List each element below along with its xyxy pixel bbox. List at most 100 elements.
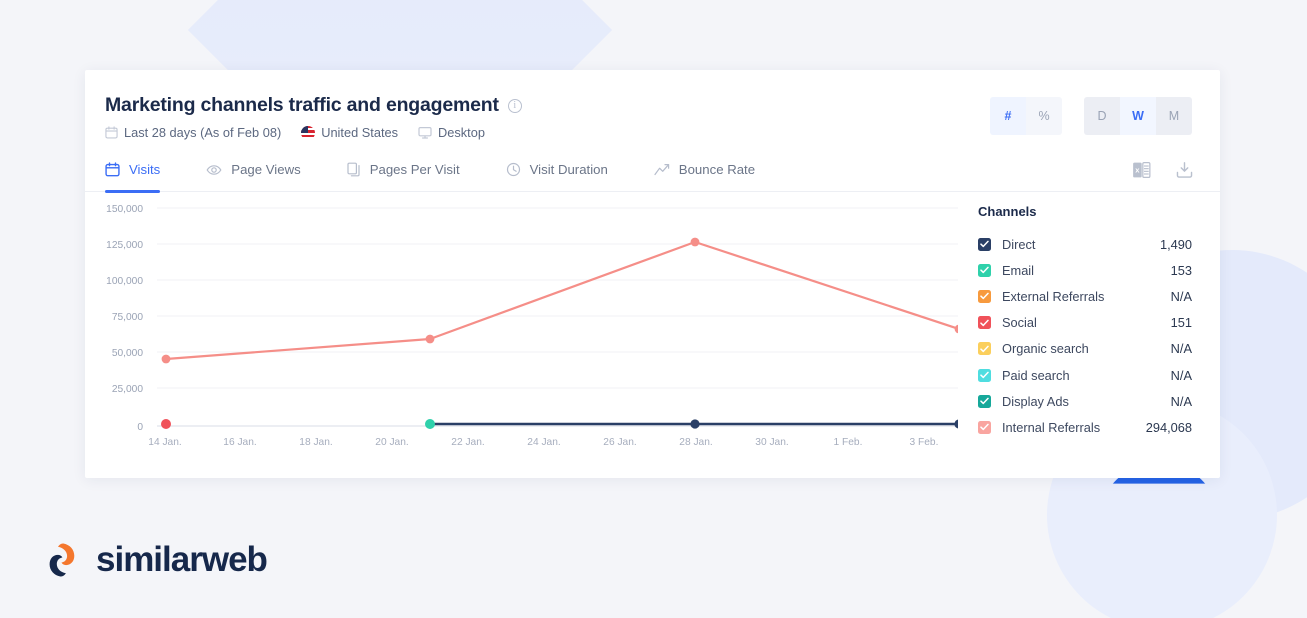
excel-export-icon[interactable]: x [1132, 160, 1151, 179]
meta-date-range-label: Last 28 days (As of Feb 08) [124, 125, 282, 140]
tab-visit-duration-label: Visit Duration [529, 162, 608, 177]
metric-tabs: Visits Page Views Pages Per Visit Visit … [85, 148, 1220, 193]
legend-value: 294,068 [1145, 419, 1192, 435]
y-tick-label: 0 [137, 422, 143, 433]
data-point[interactable] [954, 324, 958, 334]
similarweb-logo-icon [49, 543, 75, 577]
legend-item-display-ads[interactable]: Display Ads N/A [978, 388, 1192, 414]
legend-label: Email [1002, 262, 1034, 278]
legend-value: 151 [1170, 315, 1192, 331]
series-internal-referrals [161, 237, 958, 364]
meta-device-label: Desktop [438, 125, 485, 140]
y-tick-label: 25,000 [112, 384, 143, 395]
download-icon[interactable] [1175, 160, 1194, 179]
x-tick-label: 16 Jan. [223, 437, 256, 448]
tab-page-views[interactable]: Page Views [206, 148, 321, 192]
x-tick-label: 26 Jan. [603, 437, 636, 448]
legend-item-internal-referrals[interactable]: Internal Referrals 294,068 [978, 414, 1192, 440]
tab-bounce-rate[interactable]: Bounce Rate [654, 148, 776, 192]
line-chart: 150,000 125,000 100,000 75,000 50,000 25… [106, 204, 958, 448]
chart-area: 150,000 125,000 100,000 75,000 50,000 25… [85, 192, 1220, 477]
tab-visits[interactable]: Visits [105, 148, 181, 193]
x-tick-label: 14 Jan. [148, 437, 181, 448]
page-title: Marketing channels traffic and engagemen… [105, 94, 499, 116]
y-tick-label: 50,000 [112, 348, 143, 359]
meta-country-label: United States [321, 125, 399, 140]
card-header: Marketing channels traffic and engagemen… [85, 70, 1220, 148]
tab-bounce-rate-label: Bounce Rate [678, 162, 756, 177]
monitor-icon [418, 127, 432, 139]
meta-device[interactable]: Desktop [418, 125, 485, 140]
series-social [161, 419, 171, 429]
data-point[interactable] [425, 334, 435, 344]
x-tick-label: 3 Feb. [910, 437, 939, 448]
tab-pages-per-visit[interactable]: Pages Per Visit [347, 148, 481, 192]
x-tick-label: 30 Jan. [755, 437, 788, 448]
calendar-icon [105, 126, 118, 139]
us-flag-icon [301, 125, 316, 140]
header-toggles: # % D W M [990, 97, 1192, 135]
data-point[interactable] [161, 354, 171, 364]
legend-value: N/A [1170, 288, 1192, 304]
legend-item-direct[interactable]: Direct 1,490 [978, 231, 1192, 257]
legend-value: 153 [1170, 262, 1192, 278]
y-axis-ticks: 150,000 125,000 100,000 75,000 50,000 25… [106, 204, 143, 433]
legend-checkbox[interactable] [978, 394, 991, 408]
legend-checkbox[interactable] [978, 342, 991, 356]
legend-checkbox[interactable] [978, 420, 991, 434]
granularity-toggle-day[interactable]: D [1084, 97, 1120, 135]
legend-label: Internal Referrals [1002, 419, 1101, 435]
analytics-card: Marketing channels traffic and engagemen… [85, 70, 1220, 478]
channels-legend: Channels Direct 1,490 Email 153 External… [958, 192, 1220, 477]
tab-visits-label: Visits [129, 162, 161, 177]
pages-icon [347, 162, 360, 177]
chart-gridlines [157, 207, 958, 389]
legend-checkbox[interactable] [978, 263, 991, 277]
tab-page-views-label: Page Views [231, 162, 301, 177]
tab-visit-duration[interactable]: Visit Duration [506, 148, 629, 192]
export-actions: x [1132, 160, 1194, 179]
legend-checkbox[interactable] [978, 368, 991, 382]
legend-label: External Referrals [1002, 288, 1105, 304]
legend-item-organic-search[interactable]: Organic search N/A [978, 336, 1192, 362]
legend-item-paid-search[interactable]: Paid search N/A [978, 362, 1192, 388]
eye-icon [206, 164, 222, 175]
legend-label: Direct [1002, 236, 1036, 252]
data-point[interactable] [690, 237, 700, 247]
data-point[interactable] [690, 419, 700, 429]
legend-checkbox[interactable] [978, 289, 991, 303]
legend-label: Organic search [1002, 341, 1089, 357]
legend-checkbox[interactable] [978, 237, 991, 251]
legend-label: Display Ads [1002, 393, 1069, 409]
y-tick-label: 125,000 [106, 240, 143, 251]
unit-toggle-number[interactable]: # [990, 97, 1026, 135]
legend-item-email[interactable]: Email 153 [978, 257, 1192, 283]
series-email [425, 419, 435, 429]
unit-toggle-percent[interactable]: % [1026, 97, 1062, 135]
meta-date-range[interactable]: Last 28 days (As of Feb 08) [105, 125, 281, 140]
granularity-toggle-month[interactable]: M [1156, 97, 1192, 135]
granularity-toggle-group: D W M [1084, 97, 1192, 135]
legend-item-external-referrals[interactable]: External Referrals N/A [978, 283, 1192, 309]
clock-icon [506, 162, 520, 177]
legend-value: N/A [1170, 393, 1192, 409]
brand-logo: similarweb [42, 540, 268, 580]
legend-value: N/A [1170, 341, 1192, 357]
series-direct [425, 419, 958, 429]
legend-checkbox[interactable] [978, 316, 991, 330]
data-point[interactable] [954, 419, 958, 429]
y-tick-label: 75,000 [112, 312, 143, 323]
x-tick-label: 20 Jan. [375, 437, 408, 448]
legend-value: 1,490 [1159, 236, 1192, 252]
tab-pages-per-visit-label: Pages Per Visit [369, 162, 460, 177]
data-point[interactable] [425, 419, 435, 429]
y-tick-label: 100,000 [106, 276, 143, 287]
x-tick-label: 22 Jan. [451, 437, 484, 448]
plot-area: 150,000 125,000 100,000 75,000 50,000 25… [85, 192, 958, 477]
legend-item-social[interactable]: Social 151 [978, 310, 1192, 336]
meta-country[interactable]: United States [301, 125, 398, 140]
info-icon[interactable]: i [507, 98, 522, 113]
x-tick-label: 18 Jan. [299, 437, 332, 448]
granularity-toggle-week[interactable]: W [1120, 97, 1156, 135]
data-point[interactable] [161, 419, 171, 429]
